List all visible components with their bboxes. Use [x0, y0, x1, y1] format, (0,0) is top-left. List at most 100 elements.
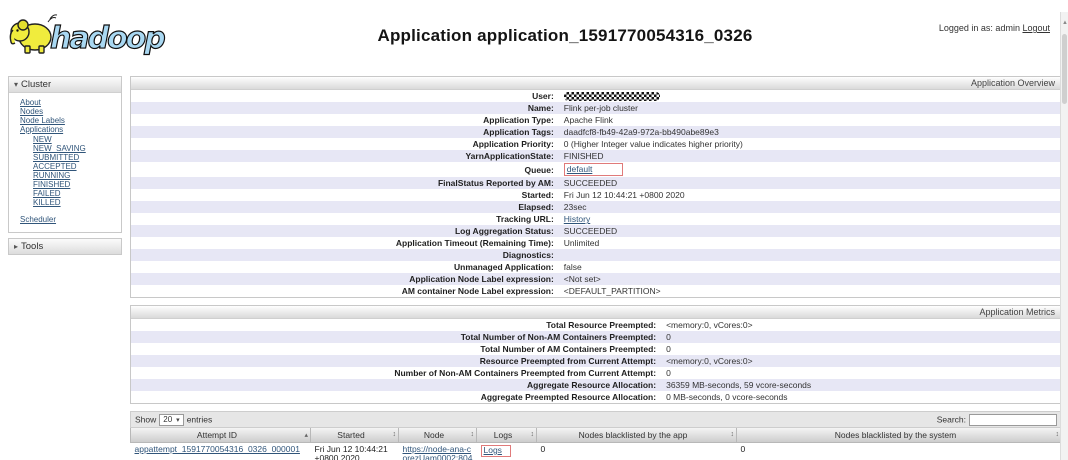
kv-row: AM container Node Label expression:<DEFA… — [131, 285, 1061, 297]
show-label: Show — [135, 414, 156, 424]
application-state-links: NEWNEW_SAVINGSUBMITTEDACCEPTEDRUNNINGFIN… — [33, 135, 119, 207]
field-value-name: Flink per-job cluster — [559, 102, 1061, 114]
sort-icon: ↕ — [1056, 431, 1060, 438]
metrics-table: Total Resource Preempted:<memory:0, vCor… — [131, 319, 1061, 403]
kv-row: Queue: default — [131, 162, 1061, 177]
cluster-links: AboutNodesNode LabelsApplications — [20, 98, 119, 134]
sidebar-item-new-saving[interactable]: NEW_SAVING — [33, 144, 119, 153]
attempt-row: appattempt_1591770054316_0326_000001 Fri… — [131, 442, 1062, 460]
kv-row: User: — [131, 90, 1061, 102]
vertical-scrollbar[interactable]: ▲ — [1060, 12, 1068, 460]
field-value-number-of-non-am-containers-preempted-from-current-attempt: 0 — [661, 367, 1061, 379]
sidebar-item-finished[interactable]: FINISHED — [33, 180, 119, 189]
column-header-attempt-id[interactable]: Attempt ID▴ — [131, 428, 311, 442]
kv-row: Unmanaged Application:false — [131, 261, 1061, 273]
kv-row: Tracking URL:History — [131, 213, 1061, 225]
sidebar-item-node-labels[interactable]: Node Labels — [20, 116, 119, 125]
kv-row: FinalStatus Reported by AM:SUCCEEDED — [131, 177, 1061, 189]
field-value-application-node-label-expression: <Not set> — [559, 273, 1061, 285]
attempt-started-cell: Fri Jun 12 10:44:21 +0800 2020 — [311, 442, 399, 460]
field-value-diagnostics — [559, 249, 1061, 261]
column-header-node[interactable]: Node↕ — [399, 428, 477, 442]
sidebar-item-killed[interactable]: KILLED — [33, 198, 119, 207]
kv-row: Number of Non-AM Containers Preempted fr… — [131, 367, 1061, 379]
kv-row: Started:Fri Jun 12 10:44:21 +0800 2020 — [131, 189, 1061, 201]
sidebar-item-submitted[interactable]: SUBMITTED — [33, 153, 119, 162]
field-label: Application Type: — [131, 114, 559, 126]
column-header-started[interactable]: Started↕ — [311, 428, 399, 442]
field-label: AM container Node Label expression: — [131, 285, 559, 297]
field-label: Total Number of AM Containers Preempted: — [131, 343, 661, 355]
sidebar-item-about[interactable]: About — [20, 98, 119, 107]
attempts-header-row: Attempt ID▴Started↕Node↕Logs↕Nodes black… — [131, 428, 1062, 442]
page-size-select[interactable]: 20▾ — [159, 414, 183, 426]
sidebar-item-accepted[interactable]: ACCEPTED — [33, 162, 119, 171]
field-value-log-aggregation-status: SUCCEEDED — [559, 225, 1061, 237]
kv-row: Aggregate Preempted Resource Allocation:… — [131, 391, 1061, 403]
sidebar-section-cluster[interactable]: ▾Cluster — [9, 77, 121, 93]
attempt-id-link[interactable]: appattempt_1591770054316_0326_000001 — [135, 444, 300, 454]
search-input[interactable] — [969, 414, 1057, 426]
column-header-nodes-blacklisted-by-the-app[interactable]: Nodes blacklisted by the app↕ — [537, 428, 737, 442]
cluster-nav-body: AboutNodesNode LabelsApplications NEWNEW… — [9, 93, 121, 232]
field-label: Number of Non-AM Containers Preempted fr… — [131, 367, 661, 379]
field-label: Application Tags: — [131, 126, 559, 138]
column-header-logs[interactable]: Logs↕ — [477, 428, 537, 442]
kv-row: Total Resource Preempted:<memory:0, vCor… — [131, 319, 1061, 331]
sidebar-item-new[interactable]: NEW — [33, 135, 119, 144]
field-value-elapsed: 23sec — [559, 201, 1061, 213]
tools-label: Tools — [21, 241, 43, 252]
logs-highlight-box: Logs — [481, 445, 511, 458]
scrollbar-thumb[interactable] — [1062, 34, 1067, 104]
overview-table: User:Name:Flink per-job clusterApplicati… — [131, 90, 1061, 297]
blacklisted-by-system-cell: 0 — [737, 442, 1062, 460]
field-value-application-priority: 0 (Higher Integer value indicates higher… — [559, 138, 1061, 150]
tools-nav-box: ▸Tools — [8, 238, 122, 255]
kv-row: Application Type:Apache Flink — [131, 114, 1061, 126]
scroll-up-icon[interactable]: ▲ — [1062, 20, 1068, 26]
sidebar-item-failed[interactable]: FAILED — [33, 189, 119, 198]
table-search: Search: — [937, 414, 1057, 426]
kv-row: Name:Flink per-job cluster — [131, 102, 1061, 114]
field-value-total-number-of-non-am-containers-preempted: 0 — [661, 331, 1061, 343]
field-label: Elapsed: — [131, 201, 559, 213]
metrics-section-title: Application Metrics — [131, 306, 1061, 319]
search-label: Search: — [937, 414, 966, 424]
field-value-application-timeout-remaining-time: Unlimited — [559, 237, 1061, 249]
sidebar-item-nodes[interactable]: Nodes — [20, 107, 119, 116]
sidebar-item-running[interactable]: RUNNING — [33, 171, 119, 180]
field-label: Log Aggregation Status: — [131, 225, 559, 237]
queue-link[interactable]: default — [567, 164, 593, 174]
attempt-node-cell: https://node-ana-corezUam0002:8044 — [399, 442, 477, 460]
sort-icon: ↕ — [731, 431, 735, 438]
sidebar-section-tools[interactable]: ▸Tools — [9, 239, 121, 254]
attempt-logs-link[interactable]: Logs — [484, 445, 502, 455]
sort-icon: ↕ — [471, 431, 475, 438]
field-value-aggregate-resource-allocation: 36359 MB-seconds, 59 vcore-seconds — [661, 379, 1061, 391]
logged-in-text: Logged in as: admin — [939, 23, 1020, 33]
application-metrics-section: Application Metrics Total Resource Preem… — [130, 305, 1062, 404]
application-overview-section: Application Overview User:Name:Flink per… — [130, 76, 1062, 298]
field-label: Application Node Label expression: — [131, 273, 559, 285]
kv-row: Application Node Label expression:<Not s… — [131, 273, 1061, 285]
column-header-nodes-blacklisted-by-the-system[interactable]: Nodes blacklisted by the system↕ — [737, 428, 1062, 442]
attempt-node-link[interactable]: https://node-ana-corezUam0002:8044 — [403, 444, 473, 460]
sidebar-item-applications[interactable]: Applications — [20, 125, 119, 134]
field-label: Unmanaged Application: — [131, 261, 559, 273]
kv-row: Total Number of Non-AM Containers Preemp… — [131, 331, 1061, 343]
field-value-resource-preempted-from-current-attempt: <memory:0, vCores:0> — [661, 355, 1061, 367]
sidebar-item-scheduler[interactable]: Scheduler — [20, 215, 119, 224]
sort-icon: ↕ — [393, 431, 397, 438]
main-content: Application Overview User:Name:Flink per… — [130, 76, 1062, 460]
blacklisted-by-app-cell: 0 — [537, 442, 737, 460]
sort-icon: ▴ — [304, 431, 308, 439]
tracking-url-link[interactable]: History — [564, 214, 590, 224]
field-label: Queue: — [131, 162, 559, 177]
cluster-label: Cluster — [21, 79, 51, 90]
field-label: Diagnostics: — [131, 249, 559, 261]
chevron-down-icon: ▾ — [176, 416, 180, 424]
logout-link[interactable]: Logout — [1022, 23, 1050, 33]
sort-icon: ↕ — [531, 431, 535, 438]
overview-section-title: Application Overview — [131, 77, 1061, 90]
field-value-total-resource-preempted: <memory:0, vCores:0> — [661, 319, 1061, 331]
